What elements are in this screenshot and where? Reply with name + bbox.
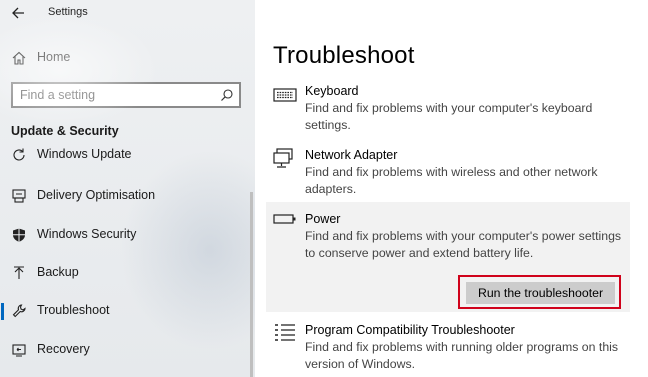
item-title: Program Compatibility Troubleshooter (305, 323, 515, 337)
back-arrow-icon (12, 7, 24, 19)
refresh-icon (13, 148, 25, 161)
shield-icon (13, 228, 25, 242)
keyboard-icon (273, 88, 297, 102)
back-button[interactable] (8, 4, 30, 22)
main-panel: Troubleshoot Keyboard Find and fix probl… (255, 0, 648, 377)
sidebar-item-windows-update[interactable]: Windows Update (0, 146, 255, 168)
backup-icon (14, 266, 24, 279)
troubleshooter-power[interactable]: Power Find and fix problems with your co… (266, 202, 630, 312)
troubleshooter-program-compatibility[interactable]: Program Compatibility Troubleshooter Fin… (273, 323, 633, 373)
sidebar-item-label: Recovery (37, 342, 90, 356)
sidebar-item-recovery[interactable]: Recovery (0, 333, 255, 367)
sidebar-item-label: Backup (37, 265, 79, 279)
sidebar-item-label: Windows Security (37, 227, 137, 241)
selected-indicator (1, 303, 4, 320)
wrench-icon (12, 304, 26, 318)
item-description: Find and fix problems with wireless and … (305, 165, 598, 196)
sidebar-item-label: Windows Update (37, 147, 132, 161)
run-troubleshooter-button[interactable]: Run the troubleshooter (466, 282, 615, 304)
network-adapter-icon (273, 148, 293, 168)
search-box[interactable] (11, 82, 241, 108)
sidebar: Settings Home Update & Security Windows … (0, 0, 255, 377)
troubleshooter-keyboard[interactable]: Keyboard Find and fix problems with your… (273, 84, 633, 134)
nav-home[interactable]: Home (0, 44, 255, 72)
item-title: Network Adapter (305, 148, 398, 162)
sidebar-item-windows-security[interactable]: Windows Security (0, 218, 255, 252)
page-title: Troubleshoot (273, 42, 415, 69)
sidebar-item-label: Troubleshoot (37, 303, 110, 317)
item-title: Keyboard (305, 84, 359, 98)
run-troubleshooter-highlight: Run the troubleshooter (458, 275, 621, 309)
item-title: Power (305, 212, 341, 226)
search-input[interactable] (20, 87, 210, 103)
recovery-icon (12, 344, 26, 357)
battery-icon (273, 214, 296, 224)
troubleshooter-network-adapter[interactable]: Network Adapter Find and fix problems wi… (273, 148, 633, 198)
home-icon (12, 51, 26, 65)
item-description: Find and fix problems with your computer… (305, 229, 622, 260)
delivery-optimisation-icon (12, 189, 26, 203)
nav-home-label: Home (37, 50, 71, 64)
sidebar-scrollbar[interactable] (250, 192, 253, 377)
item-description: Find and fix problems with running older… (305, 340, 619, 371)
sidebar-item-delivery-optimisation[interactable]: Delivery Optimisation (0, 179, 255, 213)
app-title: Settings (48, 6, 88, 18)
search-icon[interactable] (220, 88, 234, 102)
item-description: Find and fix problems with your computer… (305, 101, 593, 132)
sidebar-item-troubleshoot[interactable]: Troubleshoot (0, 294, 255, 328)
title-bar: Settings (0, 0, 255, 28)
sidebar-item-backup[interactable]: Backup (0, 256, 255, 290)
sidebar-item-label: Delivery Optimisation (37, 188, 156, 202)
section-title: Update & Security (11, 124, 119, 138)
program-list-icon (275, 324, 295, 341)
